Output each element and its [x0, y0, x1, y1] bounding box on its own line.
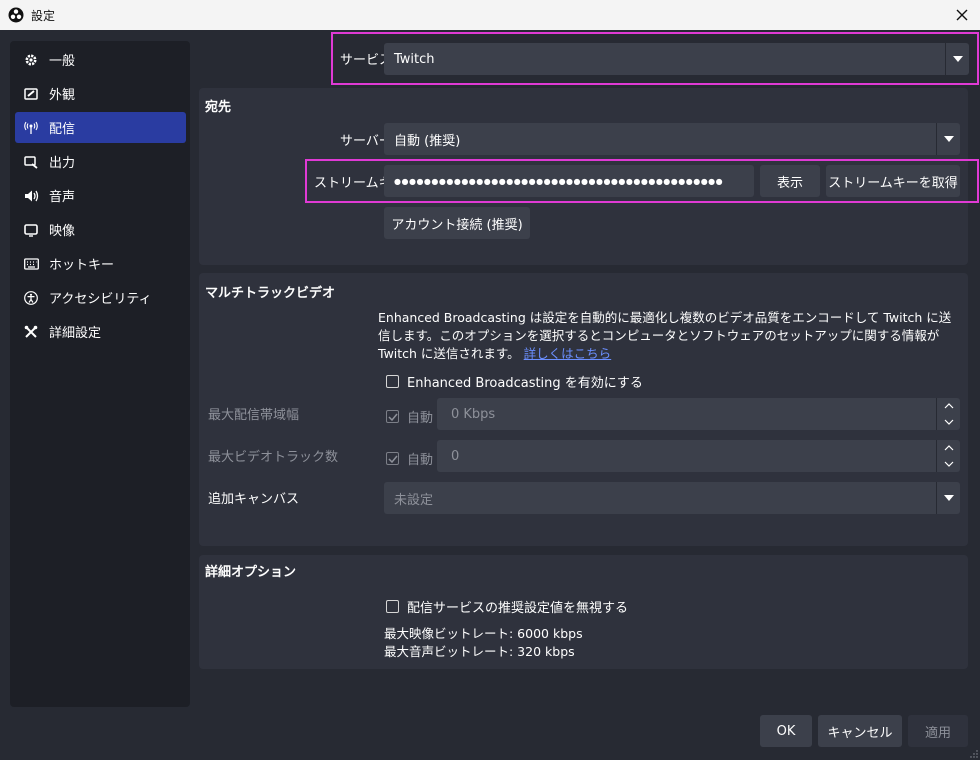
apply-label: 適用: [924, 725, 951, 741]
keyboard-icon: [23, 256, 39, 272]
cancel-label: キャンセル: [827, 725, 893, 741]
extra-canvas-select[interactable]: 未設定: [384, 482, 960, 514]
chevron-down-icon: [945, 43, 969, 75]
extra-canvas-value: 未設定: [394, 492, 434, 508]
max-tracks-auto-checkbox[interactable]: 自動: [386, 449, 433, 468]
broadcast-icon: [23, 120, 39, 136]
max-tracks-label: 最大ビデオトラック数: [208, 450, 339, 465]
destination-title: 宛先: [205, 100, 232, 115]
sidebar-item-label: 一般: [49, 54, 76, 69]
chevron-up-icon: [944, 403, 953, 409]
service-select[interactable]: Twitch: [384, 43, 969, 75]
close-icon: [956, 9, 968, 21]
apply-button[interactable]: 適用: [908, 715, 968, 747]
window-title: 設定: [31, 8, 56, 23]
auto-label: 自動: [407, 453, 434, 468]
sidebar-item-output[interactable]: 出力: [15, 146, 186, 177]
sidebar-item-label: ホットキー: [49, 258, 115, 273]
spin-buttons[interactable]: [936, 440, 960, 472]
appearance-icon: [23, 86, 39, 102]
checkbox-box: [386, 375, 399, 388]
output-icon: [23, 154, 39, 170]
sidebar-item-accessibility[interactable]: アクセシビリティ: [15, 282, 186, 313]
extra-canvas-label: 追加キャンバス: [208, 492, 300, 507]
show-key-label: 表示: [776, 175, 803, 191]
show-key-button[interactable]: 表示: [760, 165, 820, 197]
max-bandwidth-spinbox[interactable]: 0 Kbps: [437, 398, 960, 430]
accessibility-icon: [23, 290, 39, 306]
server-value: 自動 (推奨): [394, 133, 461, 149]
enhanced-broadcasting-checkbox[interactable]: Enhanced Broadcasting を有効にする: [386, 372, 643, 391]
tools-icon: [23, 324, 39, 340]
sidebar-item-advanced[interactable]: 詳細設定: [15, 316, 186, 347]
connect-account-label: アカウント接続 (推奨): [391, 217, 523, 233]
ok-label: OK: [776, 723, 796, 739]
sidebar-item-audio[interactable]: 音声: [15, 180, 186, 211]
get-stream-key-button[interactable]: ストリームキーを取得: [826, 165, 960, 197]
ok-button[interactable]: OK: [760, 715, 812, 747]
sidebar-item-label: 音声: [49, 190, 76, 205]
chevron-down-icon: [944, 419, 953, 425]
learn-more-link[interactable]: 詳しくはこちら: [524, 346, 612, 361]
stream-key-field[interactable]: ●●●●●●●●●●●●●●●●●●●●●●●●●●●●●●●●●●●●●●●●…: [384, 165, 754, 197]
server-select[interactable]: 自動 (推奨): [384, 123, 960, 155]
sidebar-item-video[interactable]: 映像: [15, 214, 186, 245]
resize-grip-icon[interactable]: [970, 750, 978, 758]
sidebar-item-label: 外観: [49, 88, 76, 103]
chevron-down-icon: [936, 123, 960, 155]
service-value: Twitch: [394, 51, 435, 67]
sidebar-item-hotkeys[interactable]: ホットキー: [15, 248, 186, 279]
stream-key-value: ●●●●●●●●●●●●●●●●●●●●●●●●●●●●●●●●●●●●●●●●…: [394, 176, 724, 186]
sidebar-item-stream[interactable]: 配信: [15, 112, 186, 143]
multitrack-description: Enhanced Broadcasting は設定を自動的に最適化し複数のビデオ…: [378, 309, 963, 363]
multitrack-description-text: Enhanced Broadcasting は設定を自動的に最適化し複数のビデオ…: [378, 310, 952, 361]
settings-sidebar: 一般 外観 配信 出力 音声 映像 ホットキー アクセシビリティ 詳細設定: [10, 41, 190, 707]
checkbox-box: [386, 600, 399, 613]
speaker-icon: [23, 188, 39, 204]
max-audio-bitrate-text: 最大音声ビットレート: 320 kbps: [384, 644, 575, 659]
max-bandwidth-value: 0 Kbps: [451, 406, 496, 422]
sidebar-item-label: 配信: [49, 122, 76, 137]
multitrack-title: マルチトラックビデオ: [205, 286, 336, 301]
max-bandwidth-label: 最大配信帯域幅: [208, 408, 300, 423]
get-stream-key-label: ストリームキーを取得: [828, 175, 958, 191]
auto-label: 自動: [407, 411, 434, 426]
obs-logo-icon: [8, 7, 24, 23]
chevron-up-icon: [944, 445, 953, 451]
title-bar: 設定: [0, 0, 980, 30]
sidebar-item-label: アクセシビリティ: [49, 292, 152, 307]
max-tracks-spinbox[interactable]: 0: [437, 440, 960, 472]
checkbox-box: [386, 452, 399, 465]
close-button[interactable]: [950, 3, 974, 27]
sidebar-item-appearance[interactable]: 外観: [15, 78, 186, 109]
chevron-down-icon: [936, 482, 960, 514]
sidebar-item-general[interactable]: 一般: [15, 44, 186, 75]
max-video-bitrate-text: 最大映像ビットレート: 6000 kbps: [384, 626, 583, 641]
ignore-recommendations-label: 配信サービスの推奨設定値を無視する: [407, 601, 629, 616]
max-tracks-value: 0: [451, 448, 460, 464]
chevron-down-icon: [944, 461, 953, 467]
connect-account-button[interactable]: アカウント接続 (推奨): [384, 207, 530, 239]
enhanced-broadcasting-label: Enhanced Broadcasting を有効にする: [407, 376, 643, 391]
ignore-recommendations-checkbox[interactable]: 配信サービスの推奨設定値を無視する: [386, 597, 628, 616]
sidebar-item-label: 詳細設定: [49, 326, 102, 341]
max-bandwidth-auto-checkbox[interactable]: 自動: [386, 407, 433, 426]
spin-buttons[interactable]: [936, 398, 960, 430]
sidebar-item-label: 出力: [49, 156, 76, 171]
cancel-button[interactable]: キャンセル: [818, 715, 902, 747]
gear-icon: [23, 52, 39, 68]
monitor-icon: [23, 222, 39, 238]
sidebar-item-label: 映像: [49, 224, 76, 239]
checkbox-box: [386, 410, 399, 423]
advanced-title: 詳細オプション: [205, 565, 297, 580]
